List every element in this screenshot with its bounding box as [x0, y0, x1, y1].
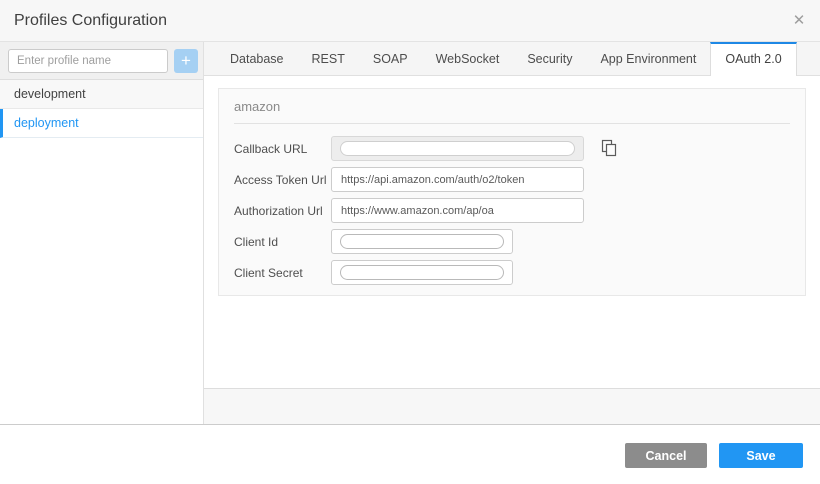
- callback-url-field: [331, 136, 584, 161]
- copy-icon[interactable]: [598, 139, 618, 159]
- client-secret-field[interactable]: [331, 260, 513, 285]
- profile-item-development[interactable]: development: [0, 80, 203, 109]
- authorization-url-label: Authorization Url: [234, 204, 331, 218]
- callback-url-row: Callback URL: [234, 136, 790, 161]
- callback-url-label: Callback URL: [234, 142, 331, 156]
- redacted-value: [340, 265, 504, 280]
- profile-list: development deployment: [0, 80, 203, 138]
- profile-config-content: Database REST SOAP WebSocket Security Ap…: [204, 42, 820, 424]
- tab-security[interactable]: Security: [513, 42, 586, 75]
- tab-websocket[interactable]: WebSocket: [422, 42, 514, 75]
- config-tabbar: Database REST SOAP WebSocket Security Ap…: [204, 42, 820, 76]
- panel-title: amazon: [219, 89, 805, 114]
- access-token-url-input[interactable]: [331, 167, 584, 192]
- redacted-value: [340, 141, 575, 156]
- access-token-url-row: Access Token Url: [234, 167, 790, 192]
- oauth-fields: Callback URL Access Token Url: [219, 124, 805, 285]
- client-id-label: Client Id: [234, 235, 331, 249]
- dialog-title: Profiles Configuration: [14, 0, 167, 41]
- access-token-url-label: Access Token Url: [234, 173, 331, 187]
- profile-item-deployment[interactable]: deployment: [0, 109, 203, 138]
- authorization-url-row: Authorization Url: [234, 198, 790, 223]
- client-id-field[interactable]: [331, 229, 513, 254]
- authorization-url-input[interactable]: [331, 198, 584, 223]
- dialog-action-bar: Cancel Save: [0, 425, 820, 484]
- client-secret-row: Client Secret: [234, 260, 790, 285]
- tab-app-environment[interactable]: App Environment: [586, 42, 710, 75]
- tab-database[interactable]: Database: [216, 42, 298, 75]
- tab-rest[interactable]: REST: [298, 42, 359, 75]
- save-button[interactable]: Save: [719, 443, 803, 468]
- dialog-main: + development deployment Database REST S…: [0, 42, 820, 425]
- tab-oauth-2-0[interactable]: OAuth 2.0: [710, 42, 796, 76]
- client-secret-label: Client Secret: [234, 266, 331, 280]
- tab-soap[interactable]: SOAP: [359, 42, 422, 75]
- profile-name-input[interactable]: [8, 49, 168, 73]
- cancel-button[interactable]: Cancel: [625, 443, 707, 468]
- profile-add-section: +: [0, 42, 203, 80]
- close-icon[interactable]: ✕: [788, 10, 810, 32]
- redacted-value: [340, 234, 504, 249]
- amazon-oauth-panel: amazon Callback URL Acc: [218, 88, 806, 296]
- content-footer-strip: [204, 388, 820, 424]
- dialog-header: Profiles Configuration ✕: [0, 0, 820, 42]
- client-id-row: Client Id: [234, 229, 790, 254]
- add-profile-button[interactable]: +: [174, 49, 198, 73]
- profiles-sidebar: + development deployment: [0, 42, 204, 424]
